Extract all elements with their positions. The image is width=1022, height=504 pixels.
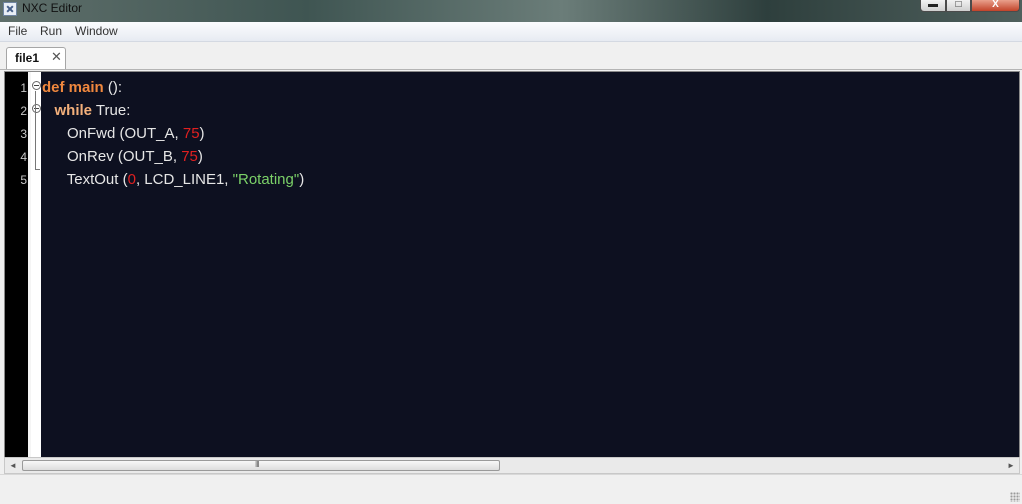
scroll-left-arrow-icon[interactable]: ◄ — [5, 458, 21, 473]
scroll-right-arrow-icon[interactable]: ► — [1003, 458, 1019, 473]
tab-file1[interactable]: file1 ✕ — [6, 47, 66, 69]
title-bar[interactable]: NXC Editor ▬ □ X — [0, 0, 1022, 22]
line-number: 4 — [20, 150, 27, 164]
minimize-button[interactable]: ▬ — [920, 0, 946, 12]
code-text-area[interactable]: def main (): while True: OnFwd (OUT_A, 7… — [42, 72, 1019, 478]
window-title: NXC Editor — [22, 1, 83, 15]
scrollbar-grip-icon: III — [255, 460, 260, 469]
code-token: 75 — [181, 148, 198, 165]
close-button[interactable]: X — [971, 0, 1020, 12]
menu-file[interactable]: File — [8, 24, 27, 38]
line-number: 1 — [20, 81, 27, 95]
status-bar — [0, 474, 1022, 504]
scrollbar-thumb[interactable]: III — [22, 460, 500, 471]
code-token: , LCD_LINE1, — [135, 171, 233, 188]
code-editor[interactable]: 1 2 3 4 5 def main (): while True: OnFwd (OU… — [4, 71, 1020, 479]
code-line[interactable]: OnFwd (OUT_A, 75) — [42, 125, 205, 142]
code-token: main — [68, 79, 104, 96]
app-icon — [3, 2, 17, 16]
code-token: ) — [199, 125, 205, 142]
menu-window[interactable]: Window — [75, 24, 118, 38]
tab-label: file1 — [15, 51, 40, 65]
code-token: ) — [197, 148, 203, 165]
code-line[interactable]: OnRev (OUT_B, 75) — [42, 148, 203, 165]
menu-run[interactable]: Run — [40, 24, 62, 38]
code-token: OnRev (OUT_B, — [42, 148, 182, 165]
line-number: 3 — [20, 127, 27, 141]
code-token: "Rotating" — [232, 171, 300, 188]
maximize-button[interactable]: □ — [946, 0, 971, 12]
line-number: 2 — [20, 104, 27, 118]
tab-strip: file1 ✕ — [0, 42, 1022, 70]
fold-guide-end — [35, 169, 40, 170]
code-line[interactable]: while True: — [42, 102, 131, 119]
resize-grip-icon[interactable] — [1010, 492, 1020, 502]
client-area: File Run Window file1 ✕ 1 2 3 4 5 def main (… — [0, 22, 1022, 504]
code-token: OnFwd (OUT_A, — [42, 125, 183, 142]
fold-toggle-icon[interactable] — [32, 81, 41, 90]
line-number: 5 — [20, 173, 27, 187]
code-token: def — [42, 79, 65, 96]
menu-bar: File Run Window — [0, 22, 1022, 42]
code-line[interactable]: TextOut (0, LCD_LINE1, "Rotating") — [42, 171, 304, 188]
code-token: while — [54, 102, 93, 119]
code-token: 75 — [182, 125, 200, 142]
code-token: 0 — [127, 171, 136, 188]
line-number-gutter: 1 2 3 4 5 — [5, 72, 41, 478]
fold-guide-line — [35, 91, 36, 169]
code-line[interactable]: def main (): — [42, 79, 122, 96]
fold-margin — [31, 72, 41, 478]
code-token: True: — [92, 102, 131, 119]
fold-toggle-icon[interactable] — [32, 104, 41, 113]
code-token: TextOut ( — [42, 171, 128, 188]
code-token: ) — [299, 171, 305, 188]
close-tab-icon[interactable]: ✕ — [51, 49, 62, 65]
horizontal-scrollbar[interactable]: ◄ III ► — [4, 457, 1020, 474]
code-token: (): — [103, 79, 123, 96]
